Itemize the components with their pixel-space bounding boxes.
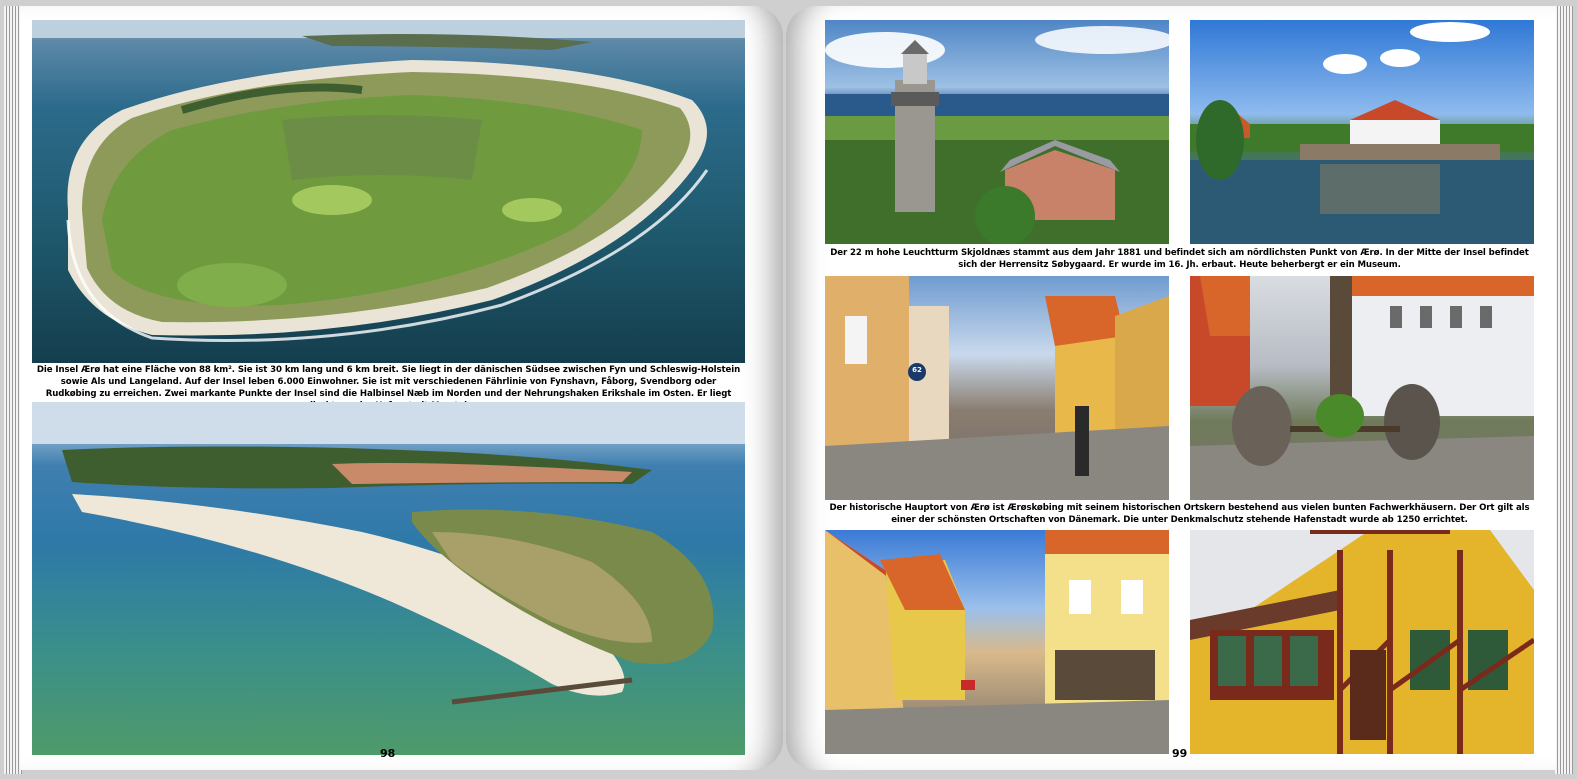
photo-yellow-houses-street: [825, 530, 1169, 754]
photo-town-square-stones-graphic: [1190, 276, 1534, 500]
photo-manor-soebygaard: [1190, 20, 1534, 244]
right-page-caption-top: Der 22 m hohe Leuchtturm Skjoldnæs stamm…: [830, 248, 1529, 270]
right-page-edges: [1555, 6, 1573, 774]
page-number-left: 98: [380, 747, 396, 760]
right-page-caption-middle: Der historische Hauptort von Ærø ist Ærø…: [829, 503, 1530, 525]
aerial-photo-peninsula-spit: [32, 402, 745, 755]
photo-half-timbered-house-graphic: [1190, 530, 1534, 754]
photo-town-square-stones: [1190, 276, 1534, 500]
aerial-photo-peninsula-spit-graphic: [32, 402, 745, 705]
photo-yellow-houses-street-graphic: [825, 530, 1169, 754]
photo-half-timbered-house: [1190, 530, 1534, 754]
left-page[interactable]: Die Insel Ærø hat eine Fläche von 88 km²…: [20, 6, 783, 770]
book-viewer: Die Insel Ærø hat eine Fläche von 88 km²…: [0, 0, 1577, 779]
aerial-photo-island-golf-course-graphic: [32, 20, 745, 343]
street-sign-number: 62: [912, 366, 922, 374]
aerial-photo-island-golf-course: [32, 20, 745, 363]
photo-lighthouse-skjoldnaes: [825, 20, 1169, 244]
photo-street-aeroeskoebing-graphic: [825, 276, 1169, 500]
page-number-right: 99: [1172, 747, 1188, 760]
photo-lighthouse-skjoldnaes-graphic: [825, 26, 1169, 244]
photo-manor-soebygaard-graphic: [1190, 22, 1534, 244]
photo-street-aeroeskoebing: 62: [825, 276, 1169, 500]
right-page[interactable]: Der 22 m hohe Leuchtturm Skjoldnæs stamm…: [786, 6, 1556, 770]
